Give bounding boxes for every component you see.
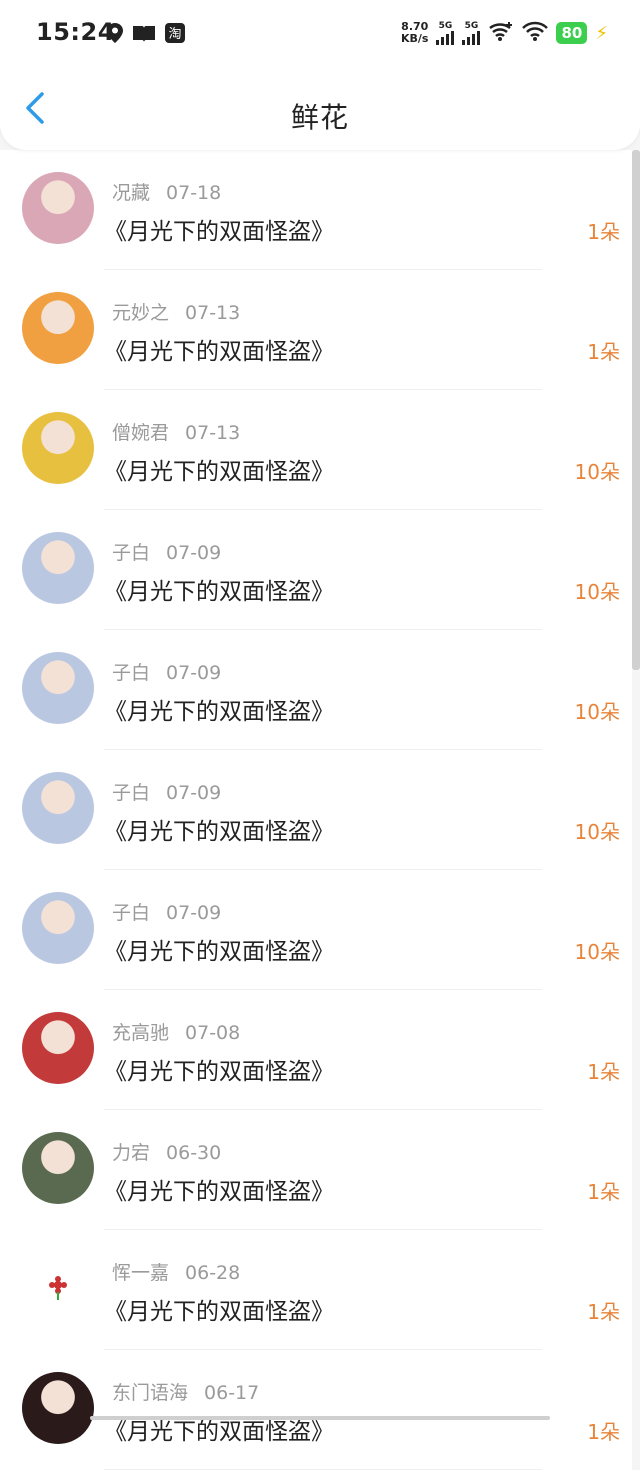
charging-icon: ⚡	[595, 22, 608, 44]
net-speed: 8.70 KB/s	[401, 20, 429, 45]
list-item[interactable]: 子白 07-09 《月光下的双面怪盗》 10朵	[0, 870, 632, 990]
list-item[interactable]: 僧婉君 07-13 《月光下的双面怪盗》 10朵	[0, 390, 632, 510]
user-name[interactable]: 子白	[112, 662, 150, 684]
record-date: 07-09	[166, 662, 222, 684]
user-name[interactable]: 力宕	[112, 1142, 150, 1164]
battery-indicator: 80	[556, 22, 588, 44]
signal-sim2-icon: 5G	[462, 21, 481, 45]
user-name[interactable]: 元妙之	[112, 302, 169, 324]
location-icon	[106, 22, 124, 48]
list-item[interactable]: 子白 07-09 《月光下的双面怪盗》 10朵	[0, 630, 632, 750]
top-bar: 15:24 淘 8.70 KB/s 5G 5G 80 ⚡ 鲜花	[0, 0, 640, 150]
record-meta: 恽一嘉 06-28	[112, 1258, 240, 1285]
record-meta: 子白 07-09	[112, 658, 221, 685]
record-date: 07-13	[185, 302, 241, 324]
avatar[interactable]	[22, 1012, 94, 1084]
avatar[interactable]	[22, 1132, 94, 1204]
record-meta: 元妙之 07-13	[112, 298, 240, 325]
record-meta: 僧婉君 07-13	[112, 418, 240, 445]
record-date: 07-09	[166, 782, 222, 804]
avatar[interactable]	[22, 292, 94, 364]
avatar[interactable]	[22, 1252, 94, 1324]
list-item[interactable]: 恽一嘉 06-28 《月光下的双面怪盗》 1朵	[0, 1230, 632, 1350]
record-date: 06-30	[166, 1142, 222, 1164]
avatar[interactable]	[22, 772, 94, 844]
record-meta: 东门语海 06-17	[112, 1378, 259, 1405]
flower-count: 1朵	[587, 1300, 620, 1324]
svg-text:淘: 淘	[168, 27, 181, 42]
wifi-icon	[522, 20, 549, 46]
book-title: 《月光下的双面怪盗》	[104, 819, 334, 845]
list-item[interactable]: 充高驰 07-08 《月光下的双面怪盗》 1朵	[0, 990, 632, 1110]
list-item[interactable]: 力宕 06-30 《月光下的双面怪盗》 1朵	[0, 1110, 632, 1230]
flower-count: 1朵	[587, 1420, 620, 1444]
signal-sim1-icon: 5G	[436, 21, 455, 45]
flower-record-list: 况藏 07-18 《月光下的双面怪盗》 1朵 元妙之 07-13 《月光下的双面怪盗》 1朵僧…	[0, 150, 632, 1470]
book-title: 《月光下的双面怪盗》	[104, 579, 334, 605]
wifi-plus-icon	[488, 20, 514, 46]
record-meta: 子白 07-09	[112, 538, 221, 565]
list-item[interactable]: 况藏 07-18 《月光下的双面怪盗》 1朵	[0, 150, 632, 270]
flower-icon	[49, 1276, 67, 1300]
book-title: 《月光下的双面怪盗》	[104, 699, 334, 725]
record-date: 06-28	[185, 1262, 241, 1284]
user-name[interactable]: 子白	[112, 902, 150, 924]
status-left-icons: 淘	[106, 22, 186, 48]
book-title: 《月光下的双面怪盗》	[104, 1299, 334, 1325]
avatar[interactable]	[22, 532, 94, 604]
flower-count: 1朵	[587, 1180, 620, 1204]
flower-count: 1朵	[587, 1060, 620, 1084]
flower-count: 10朵	[574, 700, 620, 724]
flower-count: 10朵	[574, 940, 620, 964]
list-item[interactable]: 元妙之 07-13 《月光下的双面怪盗》 1朵	[0, 270, 632, 390]
status-bar: 15:24 淘 8.70 KB/s 5G 5G 80 ⚡	[0, 0, 640, 66]
avatar[interactable]	[22, 1372, 94, 1444]
avatar[interactable]	[22, 172, 94, 244]
taobao-icon: 淘	[164, 22, 186, 48]
record-date: 07-13	[185, 422, 241, 444]
flower-count: 1朵	[587, 220, 620, 244]
avatar[interactable]	[22, 652, 94, 724]
flower-count: 10朵	[574, 580, 620, 604]
status-right-icons: 8.70 KB/s 5G 5G 80 ⚡	[401, 20, 608, 46]
page-title: 鲜花	[290, 101, 349, 134]
book-icon	[132, 23, 156, 47]
book-title: 《月光下的双面怪盗》	[104, 219, 334, 245]
list-item[interactable]: 子白 07-09 《月光下的双面怪盗》 10朵	[0, 750, 632, 870]
list-item[interactable]: 东门语海 06-17 《月光下的双面怪盗》 1朵	[0, 1350, 632, 1470]
flower-count: 10朵	[574, 460, 620, 484]
record-meta: 子白 07-09	[112, 778, 221, 805]
record-meta: 力宕 06-30	[112, 1138, 221, 1165]
record-date: 06-17	[204, 1382, 260, 1404]
avatar[interactable]	[22, 412, 94, 484]
flower-count: 1朵	[587, 340, 620, 364]
record-meta: 子白 07-09	[112, 898, 221, 925]
record-meta: 充高驰 07-08	[112, 1018, 240, 1045]
avatar[interactable]	[22, 892, 94, 964]
book-title: 《月光下的双面怪盗》	[104, 459, 334, 485]
user-name[interactable]: 子白	[112, 542, 150, 564]
status-time: 15:24	[36, 18, 115, 46]
user-name[interactable]: 僧婉君	[112, 422, 169, 444]
user-name[interactable]: 充高驰	[112, 1022, 169, 1044]
record-date: 07-18	[166, 182, 222, 204]
list-item[interactable]: 子白 07-09 《月光下的双面怪盗》 10朵	[0, 510, 632, 630]
scrollbar[interactable]	[632, 150, 640, 670]
user-name[interactable]: 子白	[112, 782, 150, 804]
home-indicator[interactable]	[90, 1416, 550, 1420]
nav-header: 鲜花	[0, 76, 640, 150]
flower-count: 10朵	[574, 820, 620, 844]
record-date: 07-08	[185, 1022, 241, 1044]
record-date: 07-09	[166, 542, 222, 564]
book-title: 《月光下的双面怪盗》	[104, 1059, 334, 1085]
book-title: 《月光下的双面怪盗》	[104, 339, 334, 365]
user-name[interactable]: 东门语海	[112, 1382, 188, 1404]
record-meta: 况藏 07-18	[112, 178, 221, 205]
user-name[interactable]: 况藏	[112, 182, 150, 204]
book-title: 《月光下的双面怪盗》	[104, 939, 334, 965]
book-title: 《月光下的双面怪盗》	[104, 1179, 334, 1205]
record-date: 07-09	[166, 902, 222, 924]
user-name[interactable]: 恽一嘉	[112, 1262, 169, 1284]
